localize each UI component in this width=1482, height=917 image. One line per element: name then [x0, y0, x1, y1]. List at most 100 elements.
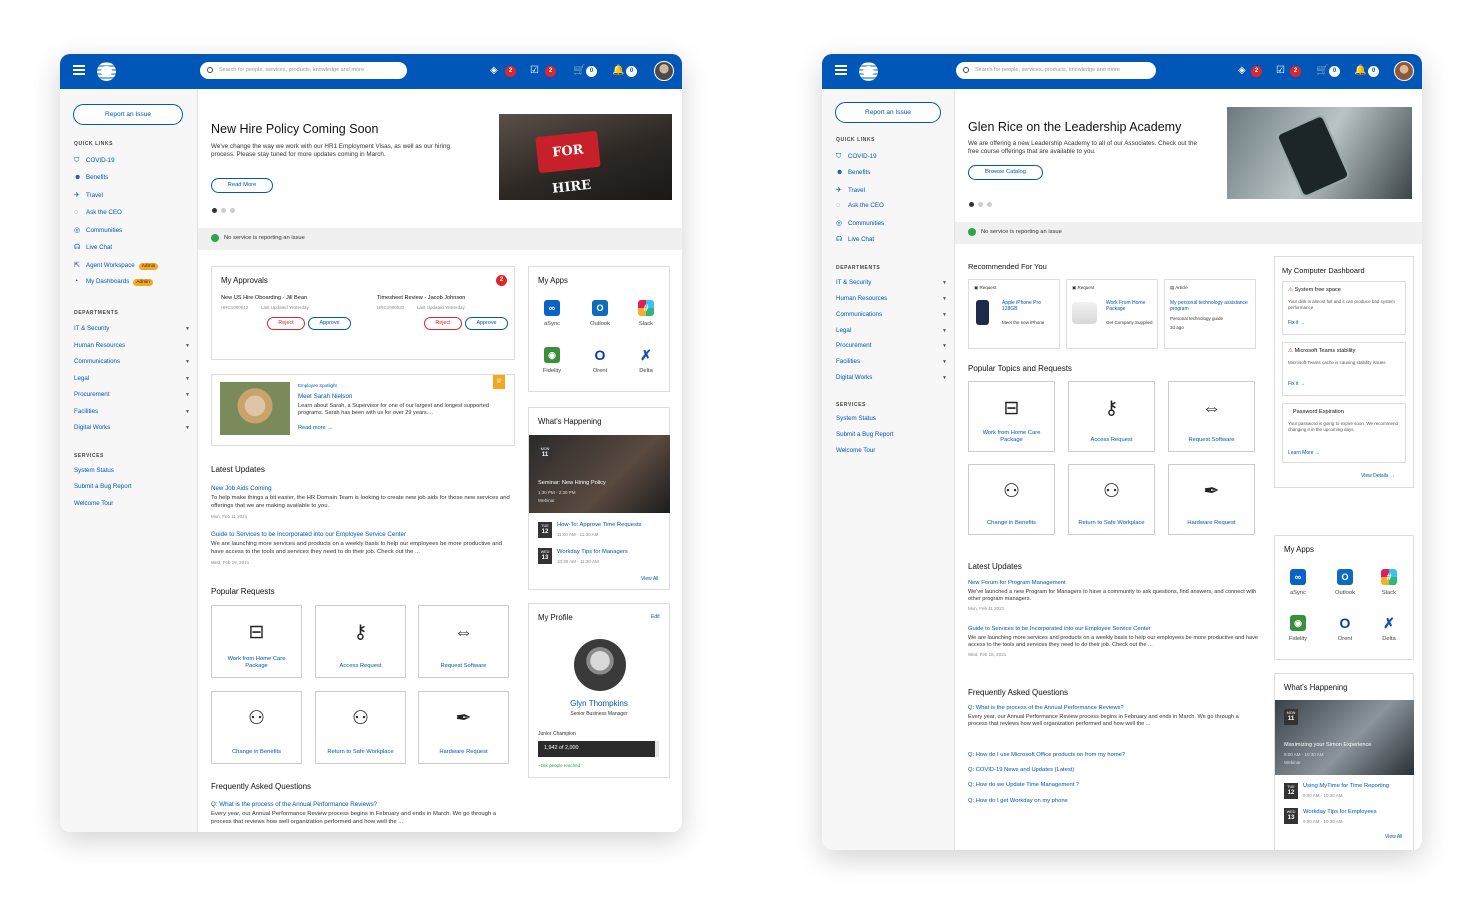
company-logo[interactable]	[859, 62, 878, 81]
menu-icon[interactable]	[835, 65, 847, 75]
read-more-button[interactable]: Read More	[211, 178, 273, 193]
recommended-card[interactable]: ▤ Article My personal technology assista…	[1164, 279, 1256, 349]
quick-link-benefits[interactable]: ☻ Benefits	[836, 169, 870, 176]
update-link[interactable]: New Forum for Program Management	[968, 580, 1066, 586]
view-details-link[interactable]: View Details →	[1361, 473, 1395, 479]
reject-button[interactable]: Reject	[424, 317, 462, 330]
learn-more-link[interactable]: Learn More →	[1288, 450, 1320, 456]
dept-human-resources[interactable]: Human Resources	[836, 295, 887, 302]
request-tile-hardware[interactable]: ✒ Hardware Request	[1168, 464, 1255, 535]
app-fidelity[interactable]: ◉ Fidelity	[1278, 615, 1318, 642]
quick-link-travel[interactable]: ✈ Travel	[74, 191, 103, 199]
carousel-dot[interactable]	[969, 202, 974, 207]
chevron-down-icon[interactable]: ▼	[185, 392, 190, 398]
chevron-down-icon[interactable]: ▼	[942, 280, 947, 286]
dept-facilities[interactable]: Facilities	[74, 408, 98, 415]
app-slack[interactable]: # Slack	[1369, 569, 1409, 596]
browse-catalog-button[interactable]: Browse Catalog	[968, 165, 1043, 180]
faq-question[interactable]: Q: COVID-19 News and Updates (Latest)	[968, 767, 1074, 773]
dept-communications[interactable]: Communications	[74, 358, 120, 365]
carousel-dot[interactable]	[230, 208, 235, 213]
app-delta[interactable]: ✗ Delta	[626, 347, 666, 374]
faq-question[interactable]: Q: How do I get Workday on my phone	[968, 798, 1068, 804]
dept-legal[interactable]: Legal	[836, 327, 851, 334]
edit-profile-link[interactable]: Edit	[651, 614, 660, 620]
chevron-down-icon[interactable]: ▼	[942, 359, 947, 365]
user-avatar[interactable]	[654, 61, 674, 81]
app-outlook[interactable]: O Outlook	[580, 300, 620, 327]
cart-icon[interactable]: 🛒	[573, 65, 585, 77]
chevron-down-icon[interactable]: ▼	[942, 296, 947, 302]
search-input[interactable]: Search for people, services, products, k…	[956, 62, 1156, 79]
dept-communications[interactable]: Communications	[836, 311, 882, 318]
quick-link-benefits[interactable]: ☻ Benefits	[74, 174, 108, 181]
tasks-icon[interactable]: ☑	[530, 65, 539, 77]
request-tile-access[interactable]: ⚷ Access Request	[1068, 381, 1155, 452]
report-issue-button[interactable]: Report an Issue	[73, 104, 183, 125]
event-title[interactable]: Workday Tips for Managers	[557, 549, 628, 555]
dept-legal[interactable]: Legal	[74, 375, 89, 382]
event-title[interactable]: How-To: Approve Time Requests	[557, 522, 641, 528]
request-tile-return[interactable]: ⚇ Return to Safe Workplace	[315, 691, 406, 764]
chevron-down-icon[interactable]: ▼	[942, 343, 947, 349]
app-slack[interactable]: # Slack	[626, 300, 666, 327]
profile-name[interactable]: Glyn Thompkins	[529, 699, 669, 708]
carousel-dot[interactable]	[978, 202, 983, 207]
fix-it-link[interactable]: Fix it →	[1288, 381, 1305, 387]
carousel-dots[interactable]	[212, 208, 235, 213]
fix-it-link[interactable]: Fix it →	[1288, 320, 1305, 326]
service-welcome-tour[interactable]: Welcome Tour	[836, 447, 875, 454]
quick-link-travel[interactable]: ✈ Travel	[836, 186, 865, 194]
carousel-dot[interactable]	[212, 208, 217, 213]
quick-link-communities[interactable]: ◎ Communities	[74, 226, 122, 234]
cart-icon[interactable]: 🛒	[1316, 65, 1328, 77]
dept-facilities[interactable]: Facilities	[836, 358, 860, 365]
quick-link-covid[interactable]: ⛉ COVID-19	[74, 157, 115, 165]
carousel-dot[interactable]	[987, 202, 992, 207]
app-outlook[interactable]: O Outlook	[1325, 569, 1365, 596]
update-link[interactable]: Guide to Services to be Incorporated int…	[968, 626, 1151, 632]
chevron-down-icon[interactable]: ▼	[185, 376, 190, 382]
app-fidelity[interactable]: ◉ Fidelity	[532, 347, 572, 374]
dept-it-security[interactable]: IT & Security	[836, 279, 871, 286]
service-bug-report[interactable]: Submit a Bug Report	[74, 483, 131, 490]
approve-button[interactable]: Approve	[465, 317, 508, 330]
user-avatar[interactable]	[1394, 61, 1414, 81]
quick-link-live-chat[interactable]: ☊ Live Chat	[836, 235, 874, 243]
bell-icon[interactable]: 🔔	[612, 65, 624, 77]
dashboard-alert[interactable]: ◌ Password Expiration Your password is g…	[1282, 403, 1406, 463]
chevron-down-icon[interactable]: ▼	[942, 328, 947, 334]
search-input[interactable]: Search for people, services, products, k…	[200, 62, 407, 79]
dashboard-alert[interactable]: ⚠ Microsoft Teams stability Microsoft Te…	[1282, 342, 1406, 396]
app-async[interactable]: ∞ aSync	[532, 300, 572, 327]
service-bug-report[interactable]: Submit a Bug Report	[836, 431, 893, 438]
recommended-card[interactable]: ▣ Request Apple iPhone Pro 128GB Meet th…	[968, 279, 1060, 349]
service-system-status[interactable]: System Status	[74, 467, 114, 474]
chevron-down-icon[interactable]: ▼	[185, 409, 190, 415]
reject-button[interactable]: Reject	[267, 317, 305, 330]
request-tile-access[interactable]: ⚷ Access Request	[315, 605, 406, 678]
menu-icon[interactable]	[73, 65, 85, 75]
approve-button[interactable]: Approve	[308, 317, 351, 330]
carousel-dots[interactable]	[969, 202, 992, 207]
dept-human-resources[interactable]: Human Resources	[74, 342, 125, 349]
dept-it-security[interactable]: IT & Security	[74, 325, 109, 332]
quick-link-ask-ceo[interactable]: ◌ Ask the CEO	[836, 202, 884, 209]
dept-digital-works[interactable]: Digital Works	[74, 424, 110, 431]
app-delta[interactable]: ✗ Delta	[1369, 615, 1409, 642]
chevron-down-icon[interactable]: ▼	[185, 425, 190, 431]
chevron-down-icon[interactable]: ▼	[185, 326, 190, 332]
request-tile-benefits[interactable]: ⚇ Change in Benefits	[968, 464, 1055, 535]
quick-link-ask-ceo[interactable]: ◌ Ask the CEO	[74, 209, 122, 216]
ticket-icon[interactable]: ◈	[490, 65, 498, 77]
featured-event-title[interactable]: Maximizing your Simon Experience	[1284, 742, 1371, 748]
chevron-down-icon[interactable]: ▼	[942, 312, 947, 318]
event-title[interactable]: Workday Tips for Employees	[1303, 809, 1377, 815]
quick-link-agent-workspace[interactable]: ⇱ Agent Workspace Admin	[74, 261, 159, 270]
chevron-down-icon[interactable]: ▼	[185, 359, 190, 365]
spotlight-read-more-link[interactable]: Read more →	[298, 425, 333, 431]
service-system-status[interactable]: System Status	[836, 415, 876, 422]
faq-question[interactable]: Q: How do we Update Time Management ?	[968, 782, 1079, 788]
recommended-card[interactable]: ▣ Request Work From Home Package Get Com…	[1066, 279, 1158, 349]
request-tile-wfh[interactable]: ⊟ Work from Home Care Package	[968, 381, 1055, 452]
